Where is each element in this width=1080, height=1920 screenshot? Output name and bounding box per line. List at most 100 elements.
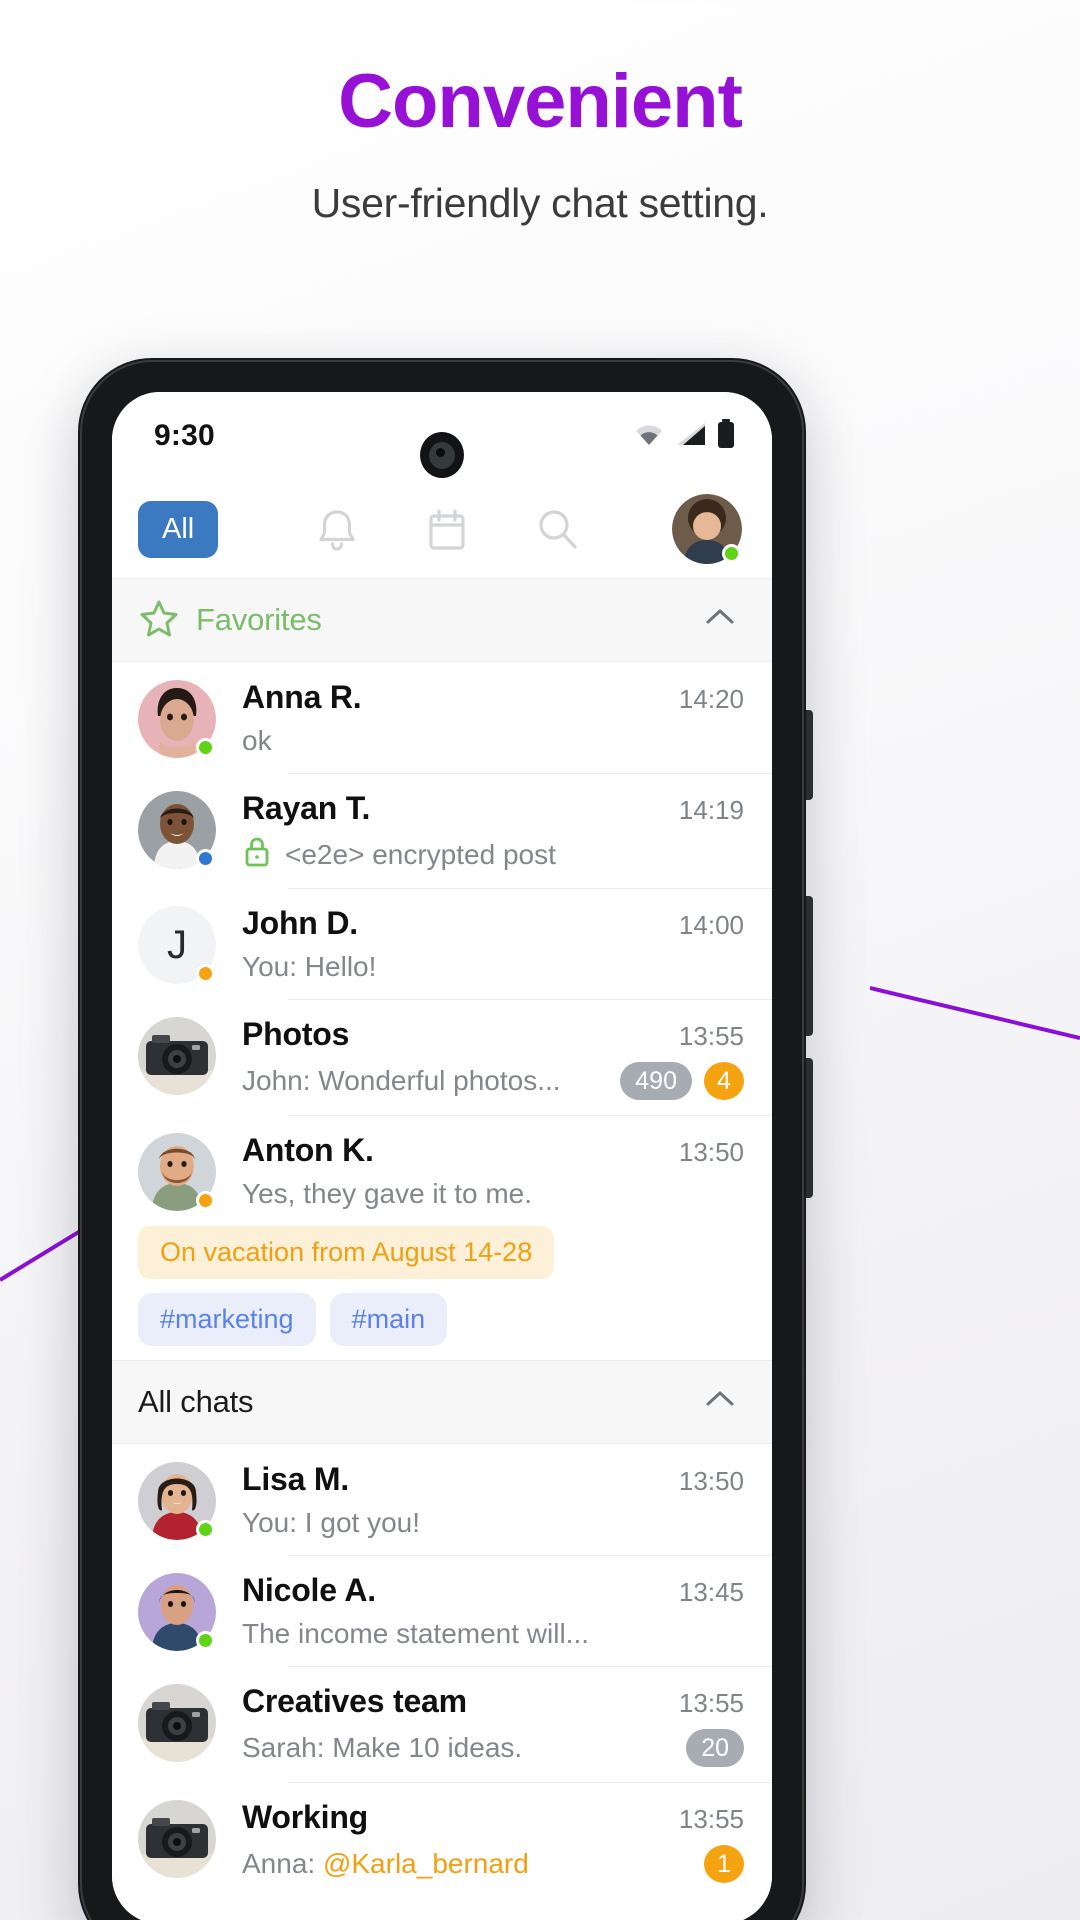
chat-preview: <e2e> encrypted post (285, 838, 556, 870)
avatar (138, 680, 216, 758)
avatar-image (138, 1800, 216, 1878)
avatar (138, 791, 216, 869)
chat-name: Rayan T. (242, 790, 371, 826)
page-subtitle: User-friendly chat setting. (311, 179, 769, 226)
avatar (138, 1017, 216, 1095)
chat-preview: ok (242, 725, 272, 756)
section-header-all-chats[interactable]: All chats (112, 1360, 772, 1444)
calendar-icon[interactable] (421, 503, 473, 555)
chevron-up-icon[interactable] (700, 598, 740, 643)
page-title: Convenient (338, 59, 743, 144)
star-icon (138, 597, 180, 644)
status-icons (632, 418, 736, 454)
chat-row-creatives-team[interactable]: Creatives team 13:55 Sarah: Make 10 idea… (112, 1666, 772, 1782)
chat-name: John D. (242, 905, 358, 941)
chat-row-photos[interactable]: Photos 13:55 John: Wonderful photos... 4… (112, 999, 772, 1115)
chat-row-anna[interactable]: Anna R. 14:20 ok (112, 662, 772, 773)
chat-time: 14:00 (678, 910, 744, 940)
search-icon[interactable] (531, 503, 583, 555)
status-dot-online (196, 1520, 215, 1539)
chat-row-content: Nicole A. 13:45 The income statement wil… (242, 1570, 744, 1650)
chat-row-content: Working 13:55 Anna: @Karla_bernard 1 (242, 1797, 744, 1883)
chat-preview: John: Wonderful photos... (242, 1065, 561, 1096)
phone-mockup: 9:30 All Favorites Anna R. 14:20 ok Raya… (78, 358, 813, 1920)
decorative-stroke-right (870, 980, 1080, 1100)
status-bar: 9:30 (112, 392, 772, 480)
avatar (138, 1462, 216, 1540)
unread-badge: 1 (704, 1845, 744, 1883)
lock-icon (242, 836, 272, 873)
promo-header: Convenient User-friendly chat setting. (0, 0, 1080, 227)
chat-row-content: Photos 13:55 John: Wonderful photos... 4… (242, 1014, 744, 1100)
profile-avatar[interactable] (672, 494, 742, 564)
chat-name: Anna R. (242, 679, 362, 715)
status-dot-online (196, 1631, 215, 1650)
chat-row-rayan[interactable]: Rayan T. 14:19 <e2e> encrypted post (112, 773, 772, 888)
chat-row-john[interactable]: J John D. 14:00 You: Hello! (112, 888, 772, 999)
toolbar-icon-group (236, 503, 658, 555)
status-dot-busy (196, 964, 215, 983)
avatar (138, 1133, 216, 1211)
chat-row-content: John D. 14:00 You: Hello! (242, 903, 744, 983)
tag-main[interactable]: #main (329, 1293, 448, 1346)
chat-row-working[interactable]: Working 13:55 Anna: @Karla_bernard 1 (112, 1782, 772, 1898)
avatar (138, 1800, 216, 1878)
avatar-image (138, 1017, 216, 1095)
chat-row-nicole[interactable]: Nicole A. 13:45 The income statement wil… (112, 1555, 772, 1666)
unread-badge: 4 (704, 1062, 744, 1100)
chat-row-content: Creatives team 13:55 Sarah: Make 10 idea… (242, 1681, 744, 1767)
phone-button-power (806, 1058, 813, 1198)
chat-name: Photos (242, 1016, 350, 1052)
message-count-badge: 20 (686, 1729, 744, 1767)
phone-button-mute (806, 710, 813, 800)
chat-preview-mention: @Karla_bernard (322, 1848, 529, 1879)
phone-button-volume (806, 896, 813, 1036)
status-dot-busy (196, 1191, 215, 1210)
phone-screen: 9:30 All Favorites Anna R. 14:20 ok Raya… (112, 392, 772, 1920)
battery-icon (716, 418, 736, 454)
chat-row-lisa[interactable]: Lisa M. 13:50 You: I got you! (112, 1444, 772, 1555)
chat-name: Nicole A. (242, 1572, 376, 1608)
chat-time: 13:50 (678, 1466, 744, 1496)
chat-time: 14:20 (678, 684, 744, 714)
badge-group: 1 (690, 1845, 744, 1883)
wifi-icon (632, 421, 666, 452)
vacation-status-banner: On vacation from August 14-28 (138, 1226, 555, 1279)
chevron-up-icon[interactable] (700, 1380, 740, 1425)
chat-time: 13:55 (678, 1804, 744, 1834)
avatar-image (138, 1684, 216, 1762)
tag-marketing[interactable]: #marketing (138, 1293, 316, 1346)
section-title: All chats (138, 1384, 254, 1419)
signal-icon (675, 421, 707, 452)
avatar (138, 1573, 216, 1651)
section-header-favorites[interactable]: Favorites (112, 578, 772, 662)
chat-name: Anton K. (242, 1132, 374, 1168)
chat-preview: You: Hello! (242, 951, 377, 982)
chat-row-anton[interactable]: Anton K. 13:50 Yes, they gave it to me. (112, 1115, 772, 1226)
chat-name: Working (242, 1799, 369, 1835)
status-time: 9:30 (154, 419, 215, 452)
bell-icon[interactable] (311, 503, 363, 555)
chat-name: Creatives team (242, 1683, 467, 1719)
avatar (138, 1684, 216, 1762)
chat-preview: The income statement will... (242, 1618, 590, 1649)
tag-group: #marketing #main (138, 1293, 746, 1346)
chat-preview-sender: Anna: (242, 1848, 323, 1879)
chat-row-content: Lisa M. 13:50 You: I got you! (242, 1459, 744, 1539)
chat-extras: On vacation from August 14-28 #marketing… (112, 1226, 772, 1360)
message-count-badge: 490 (620, 1062, 692, 1100)
status-dot-online (196, 738, 215, 757)
chat-row-content: Rayan T. 14:19 <e2e> encrypted post (242, 788, 744, 873)
camera-punch-hole (420, 432, 464, 478)
badge-group: 20 (672, 1729, 744, 1767)
chat-time: 13:55 (678, 1688, 744, 1718)
status-dot-online (722, 544, 741, 563)
chat-time: 13:50 (678, 1137, 744, 1167)
chat-time: 13:45 (678, 1577, 744, 1607)
filter-tab-all[interactable]: All (138, 500, 219, 558)
chat-name: Lisa M. (242, 1461, 350, 1497)
badge-group: 490 4 (606, 1062, 744, 1100)
chat-time: 14:19 (678, 795, 744, 825)
chat-row-content: Anna R. 14:20 ok (242, 677, 744, 757)
chat-preview: Anna: @Karla_bernard (242, 1848, 529, 1880)
